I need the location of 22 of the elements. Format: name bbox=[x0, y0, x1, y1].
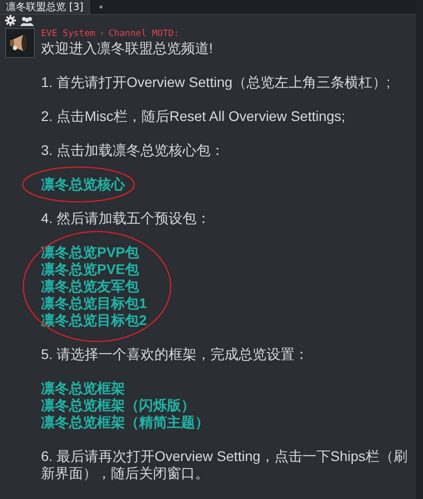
message-text: 1. 首先请打开Overview Setting（总览左上角三条横杠）; bbox=[41, 74, 392, 91]
preset-link[interactable]: 凛冬总览友军包 bbox=[41, 278, 139, 295]
sender-name[interactable]: EVE System bbox=[41, 28, 96, 40]
arrow-glyph: › bbox=[99, 28, 105, 40]
people-icon[interactable] bbox=[20, 16, 34, 26]
channel-label: Channel MOTD: bbox=[108, 28, 180, 40]
settings-icon[interactable] bbox=[5, 15, 16, 26]
message-text: 6. 最后请再次打开Overview Setting，点击一下Ships栏（刷新界面），随后关闭窗口。 bbox=[41, 448, 408, 482]
channel-tab[interactable]: 凛冬联盟总览 [3] bbox=[0, 0, 90, 14]
preset-link[interactable]: 凛冬总览目标包1 bbox=[41, 295, 147, 312]
message-text: 欢迎进入凛冬联盟总览频道! bbox=[41, 40, 214, 57]
preset-link[interactable]: 凛冬总览框架（闪烁版） bbox=[41, 397, 195, 414]
message-text: 3. 点击加载凛冬总览核心包： bbox=[41, 142, 226, 159]
message-text: 2. 点击Misc栏，随后Reset All Overview Settings; bbox=[41, 108, 346, 125]
preset-link[interactable]: 凛冬总览PVE包 bbox=[41, 261, 140, 278]
preset-link[interactable]: 凛冬总览PVP包 bbox=[41, 244, 140, 261]
preset-link[interactable]: 凛冬总览框架（精简主题） bbox=[41, 414, 209, 431]
message-text: 5. 请选择一个喜欢的框架，完成总览设置： bbox=[41, 346, 310, 363]
add-tab-icon[interactable] bbox=[98, 4, 104, 10]
preset-link[interactable]: 凛冬总览目标包2 bbox=[41, 312, 147, 329]
message-text: 4. 然后请加载五个预设包： bbox=[41, 210, 212, 227]
preset-link[interactable]: 凛冬总览框架 bbox=[41, 380, 125, 397]
